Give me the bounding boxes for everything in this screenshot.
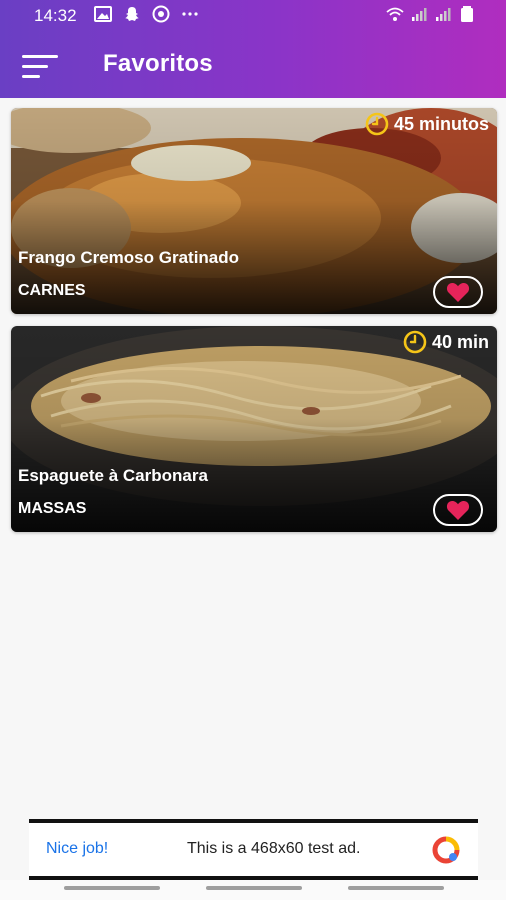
image-icon: [94, 6, 112, 22]
recipe-name: Frango Cremoso Gratinado: [18, 248, 240, 267]
ad-text: This is a 468x60 test ad.: [187, 840, 361, 857]
time-label: 40 min: [431, 331, 489, 352]
clock-icon: [365, 112, 389, 136]
favorite-button[interactable]: [433, 276, 483, 308]
navigation-bar: [0, 880, 506, 900]
recipe-category: CARNES: [18, 282, 86, 299]
page-title: Favoritos: [103, 50, 213, 77]
heart-icon: [446, 500, 470, 520]
favorite-button[interactable]: [433, 494, 483, 526]
ad-banner[interactable]: Nice job! This is a 468x60 test ad.: [29, 819, 478, 880]
signal-icon: [436, 8, 451, 21]
nav-recents-button[interactable]: [64, 886, 160, 890]
chrome-icon: [152, 5, 170, 23]
menu-button[interactable]: [18, 50, 62, 84]
more-dots-icon: [182, 12, 198, 16]
status-bar: 14:32: [0, 0, 506, 34]
sort-menu-icon: [22, 55, 58, 78]
ad-nice-label: Nice job!: [46, 840, 109, 857]
snapchat-icon: [125, 7, 139, 21]
nav-back-button[interactable]: [348, 886, 444, 890]
heart-icon: [446, 282, 470, 302]
clock-icon: [403, 330, 427, 354]
status-icons-left: [94, 5, 199, 23]
nav-home-button[interactable]: [206, 886, 302, 890]
signal-icon: [412, 8, 427, 21]
ad-logo-icon: [432, 836, 460, 864]
battery-icon: [461, 6, 473, 22]
status-time: 14:32: [34, 6, 77, 25]
app-bar: Favoritos: [0, 34, 506, 98]
recipe-category: MASSAS: [18, 500, 87, 517]
header: 14:32 Favoritos: [0, 0, 506, 98]
recipe-card[interactable]: 40 min Espaguete à Carbonara MASSAS: [11, 326, 497, 532]
time-label: 45 minutos: [393, 113, 489, 134]
recipe-name: Espaguete à Carbonara: [18, 466, 208, 485]
recipe-card[interactable]: 45 minutos Frango Cremoso Gratinado CARN…: [11, 108, 497, 314]
time-badge: 45 minutos: [365, 112, 489, 136]
wifi-icon: [386, 7, 404, 21]
status-icons-right: [386, 5, 476, 23]
time-badge: 40 min: [403, 330, 489, 354]
